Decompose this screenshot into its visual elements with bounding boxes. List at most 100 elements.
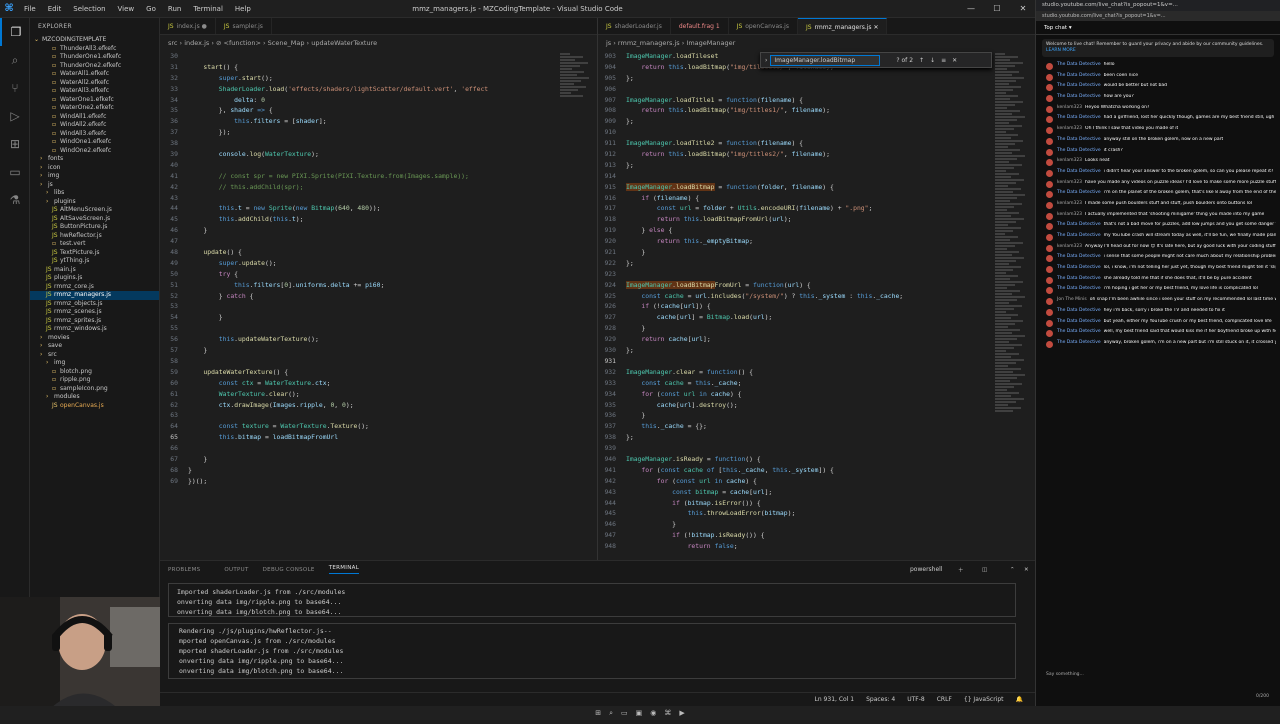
- avatar[interactable]: [1046, 169, 1053, 177]
- file-item[interactable]: JS AltMenuScreen.js: [30, 206, 159, 215]
- tab-rmmz-managers-js[interactable]: JS rmmz_managers.js ✕: [797, 18, 888, 34]
- maximize-panel-icon[interactable]: ⌃: [1010, 567, 1015, 573]
- code-line[interactable]: 927 cache[url] = Bitmap.load(url);: [598, 312, 996, 323]
- folder-item[interactable]: › libs: [30, 189, 159, 198]
- chat-author[interactable]: The Data Detective: [1057, 254, 1101, 260]
- avatar[interactable]: [1046, 201, 1053, 209]
- file-item[interactable]: JS rmmz_core.js: [30, 283, 159, 292]
- code-line[interactable]: 929 return cache[url];: [598, 334, 996, 345]
- source-control-icon[interactable]: ⑂: [0, 74, 30, 102]
- avatar[interactable]: [1046, 84, 1053, 92]
- code-line[interactable]: 934 for (const url in cache) {: [598, 389, 996, 400]
- code-line[interactable]: 48 update() {: [160, 247, 560, 258]
- file-item[interactable]: JS rmmz_scenes.js: [30, 308, 159, 317]
- right-breadcrumb[interactable]: js › rmmz_managers.js › ImageManager: [598, 35, 1035, 51]
- code-line[interactable]: 60 const ctx = WaterTexture.ctx;: [160, 378, 560, 389]
- code-line[interactable]: 46 }: [160, 225, 560, 236]
- chat-message-list[interactable]: The Data Detective hello The Data Detectiv…: [1036, 61, 1280, 350]
- tab-index-js[interactable]: JS index.js ●: [160, 18, 216, 34]
- close-window-button[interactable]: ✕: [1010, 0, 1036, 18]
- file-item[interactable]: ▫ WindAll2.efkefc: [30, 121, 159, 130]
- vscode-taskbar-icon[interactable]: ⌘: [664, 709, 671, 717]
- file-item[interactable]: JS rmmz_objects.js: [30, 300, 159, 309]
- terminal-output-top[interactable]: Imported shaderLoader.js from ./src/modu…: [168, 583, 1016, 617]
- code-line[interactable]: 58: [160, 356, 560, 367]
- menu-view[interactable]: View: [112, 5, 141, 13]
- code-line[interactable]: 916 if (filename) {: [598, 193, 996, 204]
- code-line[interactable]: 931: [598, 356, 996, 367]
- browser-url[interactable]: studio.youtube.com/live_chat?is_popout=1…: [1036, 11, 1280, 21]
- avatar[interactable]: [1046, 148, 1053, 156]
- code-line[interactable]: 65 this.bitmap = loadBitmapFromUrl: [160, 432, 560, 443]
- code-line[interactable]: 907 ImageManager.loadTitle1 = function(fi…: [598, 95, 996, 106]
- code-line[interactable]: 941 for (const cache of [this._cache, th…: [598, 465, 996, 476]
- code-line[interactable]: 906: [598, 84, 996, 95]
- code-line[interactable]: 939: [598, 443, 996, 454]
- chat-author[interactable]: The Data Detective: [1057, 319, 1101, 325]
- file-item[interactable]: ▫ ripple.png: [30, 376, 159, 385]
- folder-item[interactable]: › plugins: [30, 198, 159, 207]
- code-line[interactable]: 56 this.updateWaterTexture();: [160, 334, 560, 345]
- chat-author[interactable]: The Data Detective: [1057, 276, 1101, 282]
- language-mode[interactable]: {} JavaScript: [964, 696, 1004, 703]
- avatar[interactable]: [1046, 223, 1053, 231]
- avatar[interactable]: [1046, 73, 1053, 81]
- code-line[interactable]: 41 // const spr = new PIXI.Sprite(PIXI.T…: [160, 171, 560, 182]
- avatar[interactable]: [1046, 137, 1053, 145]
- file-item[interactable]: JS ytThing.js: [30, 257, 159, 266]
- tab-shaderloader-js[interactable]: JS shaderLoader.js: [598, 18, 671, 34]
- folder-item[interactable]: › save: [30, 342, 159, 351]
- file-item[interactable]: ▫ WindOne2.efkefc: [30, 147, 159, 156]
- code-line[interactable]: 68}: [160, 465, 560, 476]
- code-line[interactable]: 912 return this.loadBitmap("img/titles2/…: [598, 149, 996, 160]
- avatar[interactable]: [1046, 116, 1053, 124]
- file-item[interactable]: JS openCanvas.js: [30, 402, 159, 411]
- chat-author[interactable]: kenlam323: [1057, 201, 1082, 207]
- code-line[interactable]: 908 return this.loadBitmap("img/titles1/…: [598, 105, 996, 116]
- avatar[interactable]: [1046, 180, 1053, 188]
- folder-item[interactable]: › modules: [30, 393, 159, 402]
- code-line[interactable]: 49 super.update();: [160, 258, 560, 269]
- file-item[interactable]: JS AltSaveScreen.js: [30, 215, 159, 224]
- code-line[interactable]: 67 }: [160, 454, 560, 465]
- file-item[interactable]: JS ButtonPicture.js: [30, 223, 159, 232]
- chat-author[interactable]: The Data Detective: [1057, 137, 1101, 143]
- code-line[interactable]: 909};: [598, 116, 996, 127]
- code-line[interactable]: 34 delta: 0: [160, 95, 560, 106]
- avatar[interactable]: [1046, 266, 1053, 274]
- code-line[interactable]: 940 ImageManager.isReady = function() {: [598, 454, 996, 465]
- line-ending[interactable]: CRLF: [937, 696, 952, 703]
- code-line[interactable]: 37 });: [160, 127, 560, 138]
- avatar[interactable]: [1046, 191, 1053, 199]
- code-line[interactable]: 59 updateWaterTexture() {: [160, 367, 560, 378]
- avatar[interactable]: [1046, 308, 1053, 316]
- tab-terminal[interactable]: TERMINAL: [328, 565, 360, 574]
- toggle-replace-icon[interactable]: ›: [765, 57, 767, 64]
- testing-icon[interactable]: ⚗: [0, 186, 30, 214]
- code-line[interactable]: 946 }: [598, 519, 996, 530]
- code-line[interactable]: 33 ShaderLoader.load('effects/shaders/li…: [160, 84, 560, 95]
- code-line[interactable]: 42 // this.addChild(spr);: [160, 182, 560, 193]
- left-minimap[interactable]: [560, 52, 594, 112]
- learn-more-link[interactable]: LEARN MORE: [1046, 48, 1076, 53]
- file-item[interactable]: ▫ WaterAll3.efkefc: [30, 87, 159, 96]
- tab-opencanvas-js[interactable]: JS openCanvas.js: [729, 18, 798, 34]
- chat-author[interactable]: kenlam323: [1057, 126, 1082, 132]
- code-line[interactable]: 40: [160, 160, 560, 171]
- tab-debug-console[interactable]: DEBUG CONSOLE: [263, 567, 315, 573]
- code-line[interactable]: 947 if (!bitmap.isReady()) {: [598, 530, 996, 541]
- chat-author[interactable]: kenlam323: [1057, 180, 1082, 186]
- folder-item[interactable]: › movies: [30, 334, 159, 343]
- avatar[interactable]: [1046, 244, 1053, 252]
- file-item[interactable]: ▫ WaterOne2.efkefc: [30, 104, 159, 113]
- code-line[interactable]: 38: [160, 138, 560, 149]
- code-line[interactable]: 932 ImageManager.clear = function() {: [598, 367, 996, 378]
- chat-author[interactable]: The Data Detective: [1057, 222, 1101, 228]
- chat-author[interactable]: The Data Detective: [1057, 265, 1101, 271]
- file-item[interactable]: JS main.js: [30, 266, 159, 275]
- chat-author[interactable]: The Data Detective: [1057, 94, 1101, 100]
- file-item[interactable]: ▫ WaterAll2.efkefc: [30, 79, 159, 88]
- extensions-icon[interactable]: ⊞: [0, 130, 30, 158]
- code-line[interactable]: 944 if (bitmap.isError()) {: [598, 498, 996, 509]
- explorer-icon[interactable]: ❐: [0, 18, 30, 46]
